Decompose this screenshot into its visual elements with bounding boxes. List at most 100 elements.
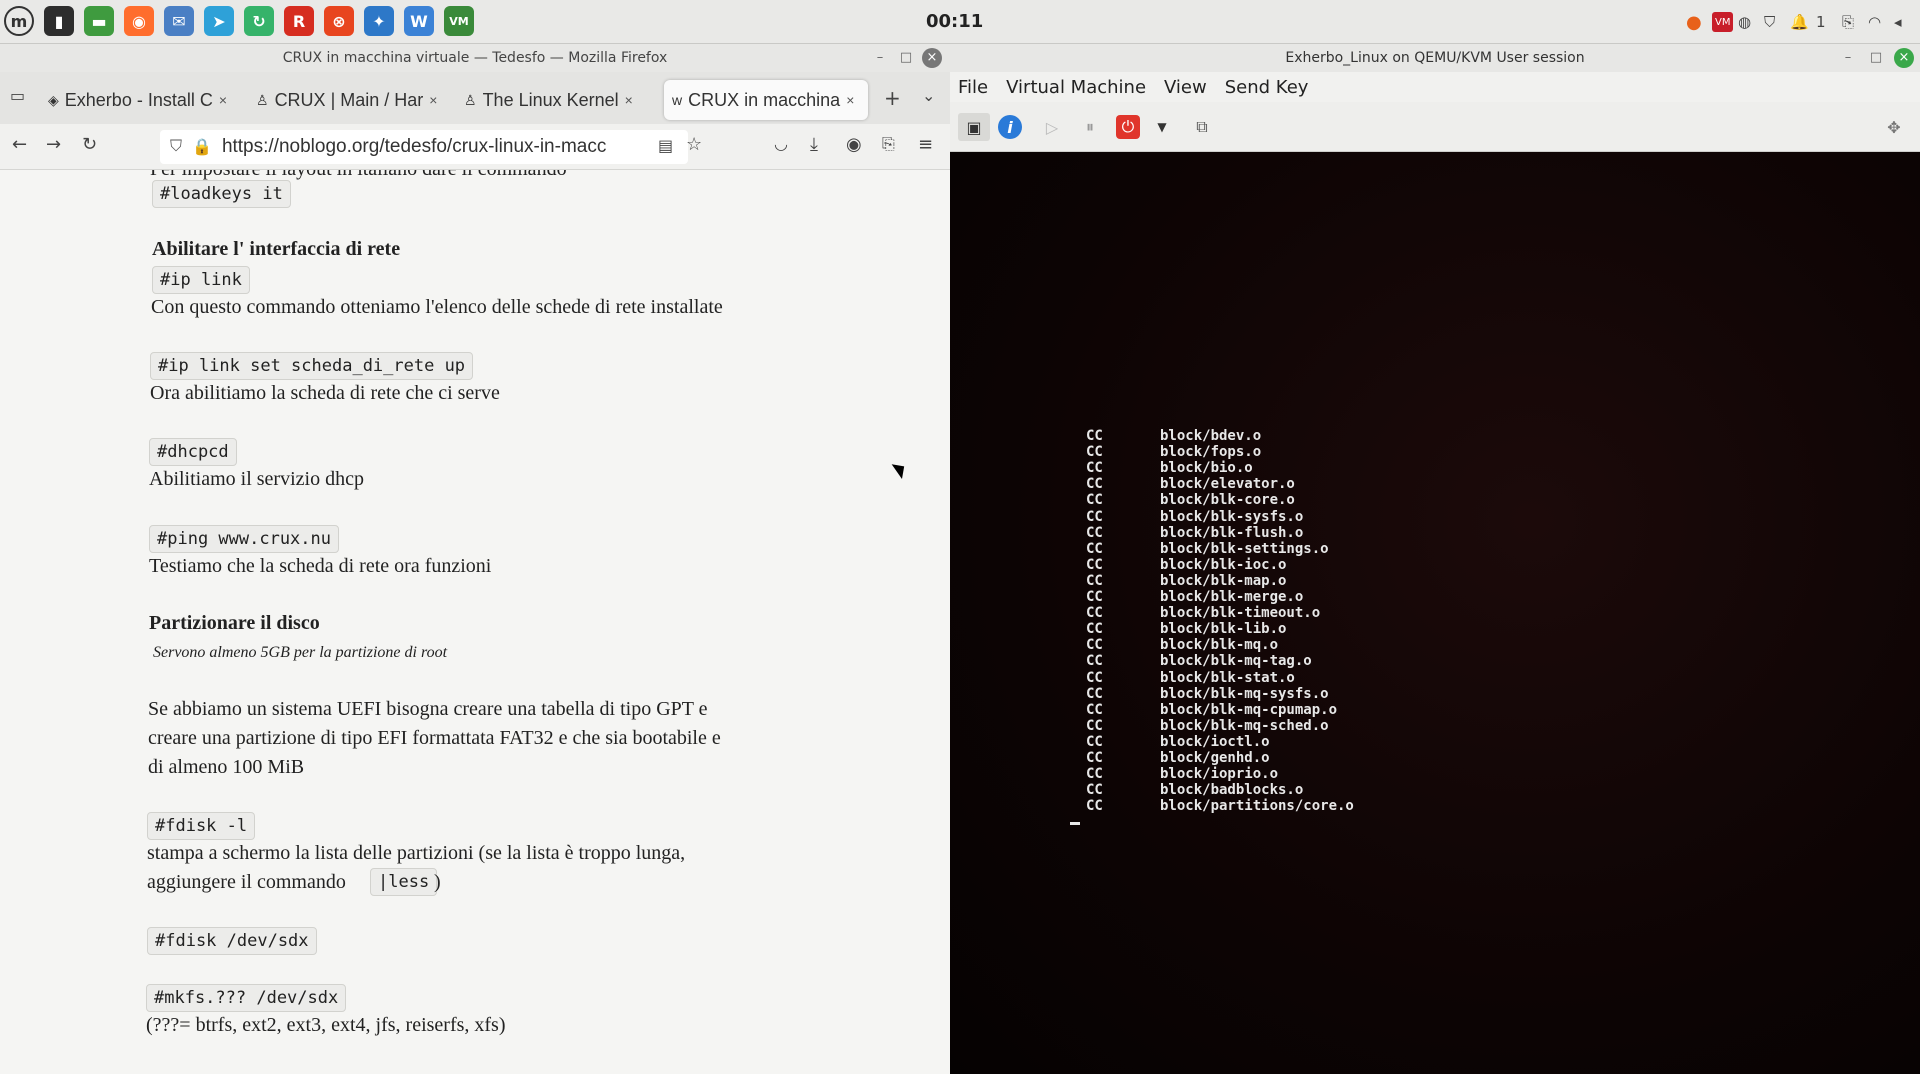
terminal-line-prefix: CC: [1086, 524, 1103, 541]
files-icon[interactable]: ▬: [84, 6, 114, 36]
text-uefi-3: di almeno 100 MiB: [148, 756, 305, 778]
wifi-icon[interactable]: ◠: [1868, 12, 1881, 32]
tab-crux-macchina[interactable]: w CRUX in macchina ×: [664, 80, 868, 120]
mint-menu-icon[interactable]: m: [4, 6, 34, 36]
tab-close-icon[interactable]: ×: [846, 92, 854, 108]
back-icon[interactable]: ←: [12, 134, 27, 155]
tray-sync-icon[interactable]: ◍: [1738, 12, 1751, 32]
menu-file[interactable]: File: [958, 77, 988, 98]
power-menu-chevron-icon[interactable]: ▼: [1150, 115, 1174, 139]
power-icon[interactable]: ⏻: [1116, 115, 1140, 139]
clock[interactable]: 00:11: [926, 11, 983, 32]
network-app-icon[interactable]: ✦: [364, 6, 394, 36]
tray-notification-icon[interactable]: 🔔: [1790, 12, 1809, 32]
terminal-line-prefix: CC: [1086, 653, 1103, 670]
chevron-down-icon[interactable]: ⌄: [922, 86, 935, 105]
terminal-line-file: block/blk-merge.o: [1160, 589, 1304, 605]
minimize-icon[interactable]: –: [1838, 48, 1858, 68]
shield-icon[interactable]: ⛉: [170, 138, 182, 156]
tab-favicon-icon: ♙: [464, 91, 477, 108]
menu-view[interactable]: View: [1164, 77, 1207, 98]
menu-icon[interactable]: ≡: [918, 134, 933, 155]
menu-send-key[interactable]: Send Key: [1225, 77, 1309, 98]
fullscreen-icon[interactable]: ✥: [1882, 115, 1906, 139]
info-icon[interactable]: i: [998, 115, 1022, 139]
terminal-line-file: block/blk-core.o: [1160, 492, 1295, 509]
terminal-line-file: block/ioctl.o: [1160, 733, 1270, 750]
lock-icon[interactable]: 🔒: [192, 137, 212, 157]
extensions-icon[interactable]: ⎘: [882, 134, 895, 154]
tab-exherbo[interactable]: ◈ Exherbo - Install C ×: [40, 80, 240, 120]
volume-icon[interactable]: ◂: [1894, 12, 1902, 32]
console-icon[interactable]: ▣: [958, 113, 990, 141]
pocket-icon[interactable]: ◡: [774, 134, 788, 153]
snapshot-icon[interactable]: ⧉: [1190, 115, 1214, 139]
terminal-line-file: block/blk-stat.o: [1160, 669, 1295, 686]
vm-window-title: Exherbo_Linux on QEMU/KVM User session: [1285, 50, 1585, 66]
terminal-line-prefix: CC: [1086, 750, 1103, 766]
minimize-icon[interactable]: –: [870, 48, 890, 68]
heading-disk: Partizionare il disco: [149, 612, 320, 634]
url-bar[interactable]: ⛉ 🔒 https://noblogo.org/tedesfo/crux-lin…: [160, 130, 688, 164]
code-fdisk-l: #fdisk -l: [147, 812, 256, 840]
vm-titlebar: Exherbo_Linux on QEMU/KVM User session –…: [950, 44, 1920, 72]
tab-list-icon[interactable]: ▭: [10, 86, 25, 105]
vm-badge-icon[interactable]: VM: [444, 6, 474, 36]
tab-close-icon[interactable]: ×: [429, 92, 437, 108]
tab-crux-main[interactable]: ♙ CRUX | Main / Har ×: [248, 80, 448, 120]
terminal-line-file: block/blk-sysfs.o: [1160, 508, 1304, 525]
tray-shield-icon[interactable]: ⛉: [1764, 12, 1775, 32]
terminal-line-prefix: CC: [1086, 766, 1103, 783]
forward-icon[interactable]: →: [46, 134, 61, 155]
pause-icon[interactable]: ⏸: [1078, 115, 1102, 139]
r-app-icon[interactable]: R: [284, 6, 314, 36]
heading-network: Abilitare l' interfaccia di rete: [152, 238, 401, 260]
tab-label: CRUX | Main / Har: [274, 89, 424, 110]
terminal-line-file: block/blk-mq-tag.o: [1160, 653, 1312, 670]
tab-linux-kernel[interactable]: ♙ The Linux Kernel ×: [456, 80, 656, 120]
text-uefi-2: creare una partizione di tipo EFI format…: [148, 727, 721, 749]
monitor-app-icon[interactable]: W: [404, 6, 434, 36]
reader-view-icon[interactable]: ▤: [658, 136, 673, 155]
download-icon[interactable]: ⤓: [810, 134, 818, 155]
terminal-line-prefix: CC: [1086, 782, 1103, 799]
url-text: https://noblogo.org/tedesfo/crux-linux-i…: [221, 136, 607, 157]
account-icon[interactable]: ◉: [846, 134, 862, 155]
terminal-cursor: [1070, 822, 1080, 826]
terminal-line-file: block/genhd.o: [1160, 750, 1270, 766]
firefox-icon[interactable]: ◉: [124, 6, 154, 36]
tab-favicon-icon: ◈: [48, 91, 59, 108]
telegram-icon[interactable]: ➤: [204, 6, 234, 36]
close-icon[interactable]: ×: [1894, 48, 1914, 68]
maximize-icon[interactable]: □: [1866, 48, 1886, 68]
vm-toolbar: ▣ i ▷ ⏸ ⏻ ▼ ⧉ ✥: [950, 102, 1920, 152]
mail-icon[interactable]: ✉: [164, 6, 194, 36]
run-icon[interactable]: ▷: [1040, 115, 1064, 139]
tab-close-icon[interactable]: ×: [625, 92, 633, 108]
terminal-line-file: block/blk-map.o: [1160, 572, 1287, 589]
new-tab-icon[interactable]: +: [884, 86, 901, 110]
terminal-line-file: block/partitions/core.o: [1160, 798, 1354, 815]
code-ip-link: #ip link: [152, 266, 250, 294]
navigation-bar: ← → ↻ ⛉ 🔒 https://noblogo.org/tedesfo/cr…: [0, 124, 950, 170]
tab-close-icon[interactable]: ×: [219, 92, 227, 108]
menu-virtual-machine[interactable]: Virtual Machine: [1006, 77, 1146, 98]
bookmark-star-icon[interactable]: ☆: [686, 134, 702, 155]
tray-count[interactable]: 1: [1816, 12, 1826, 32]
reload-icon[interactable]: ↻: [82, 134, 97, 155]
terminal-icon[interactable]: ▮: [44, 6, 74, 36]
terminal-line-file: block/fops.o: [1160, 444, 1262, 461]
terminal-line-prefix: CC: [1086, 669, 1103, 686]
sync-icon[interactable]: ↻: [244, 6, 274, 36]
close-icon[interactable]: ×: [922, 48, 942, 68]
tray-app-icon[interactable]: ●: [1686, 12, 1702, 33]
terminal-line-file: block/blk-ioc.o: [1160, 556, 1287, 573]
terminal-line-prefix: CC: [1086, 444, 1103, 461]
stop-app-icon[interactable]: ⊗: [324, 6, 354, 36]
vm-display[interactable]: CC block/bdev.o CC block/fops.o CC block/bio.…: [950, 152, 1920, 1074]
terminal-line-prefix: CC: [1086, 540, 1103, 557]
tray-clipboard-icon[interactable]: ⎘: [1842, 12, 1854, 32]
firefox-titlebar: CRUX in macchina virtuale — Tedesfo — Mo…: [0, 44, 950, 72]
tray-vm-icon[interactable]: VM: [1712, 12, 1734, 32]
maximize-icon[interactable]: □: [896, 48, 916, 68]
